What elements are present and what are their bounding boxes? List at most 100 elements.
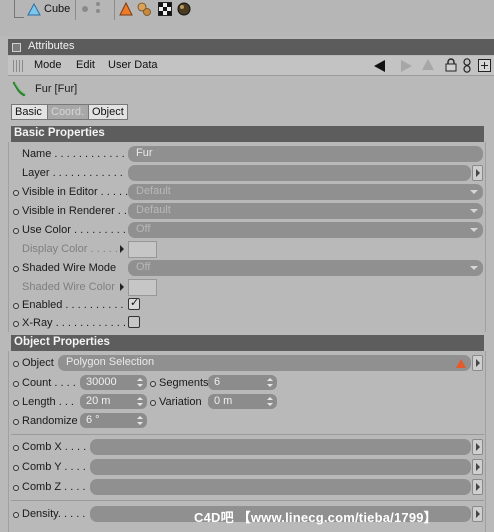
name-label: Name . . . . . . . . . . . . [22,148,125,160]
animation-dot-icon[interactable] [13,303,19,309]
segments-input[interactable]: 6 [208,375,277,390]
object-name-cube[interactable]: Cube [44,3,70,15]
animation-dot-icon[interactable] [13,228,19,234]
visible-in-renderer-value: Default [136,204,171,216]
enabled-row: Enabled . . . . . . . . . . ✓ [0,297,494,316]
tab-object[interactable]: Object [88,104,128,120]
animation-dot-icon[interactable] [13,361,19,367]
render-visibility-dot-bottom[interactable] [96,9,100,13]
comb-z-menu-button[interactable] [472,479,483,495]
comb-z-row: Comb Z . . . . [0,479,494,498]
material-sphere-icon[interactable] [177,2,191,16]
count-segments-row: Count . . . . 30000 Segments 6 [0,375,494,394]
attributes-menu-bar: Mode Edit User Data [8,56,494,76]
object-link-field[interactable]: Polygon Selection [58,355,471,371]
expand-arrow-icon[interactable] [120,283,124,291]
animation-dot-icon[interactable] [13,400,19,406]
layer-label: Layer . . . . . . . . . . . . [22,167,123,179]
up-arrow-icon[interactable] [422,59,434,70]
basic-properties-header[interactable]: Basic Properties [11,126,484,142]
animation-dot-icon[interactable] [13,445,19,451]
display-color-label: Display Color . . . . . [22,243,118,255]
animation-dot-icon[interactable] [13,512,19,518]
visible-in-renderer-dropdown[interactable]: Default [128,203,483,219]
checker-texture-icon[interactable] [158,2,172,16]
stepper-arrows-icon[interactable] [267,378,273,388]
material-balls-icon[interactable] [137,2,151,16]
fur-icon [12,81,26,97]
stepper-arrows-icon[interactable] [137,416,143,426]
link-icon[interactable] [463,58,471,73]
object-link-row: Object Polygon Selection [0,355,494,374]
layer-menu-button[interactable] [472,165,483,181]
animation-dot-icon[interactable] [13,321,19,327]
variation-label: Variation [159,396,202,408]
divider [114,0,115,20]
stepper-arrows-icon[interactable] [137,378,143,388]
menu-user-data[interactable]: User Data [108,59,158,71]
animation-dot-icon[interactable] [13,190,19,196]
use-color-dropdown[interactable]: Off [128,222,483,238]
variation-input[interactable]: 0 m [208,394,277,409]
checkmark-icon: ✓ [130,297,140,309]
visible-in-editor-row: Visible in Editor . . . . . Default [0,184,494,203]
comb-z-field[interactable] [90,479,471,495]
panel-toggle-box[interactable] [12,43,21,52]
comb-y-menu-button[interactable] [472,459,483,475]
object-label: Object [22,357,54,369]
count-value: 30000 [86,376,117,388]
phong-tag-icon[interactable] [119,2,133,16]
variation-value: 0 m [214,395,233,407]
stepper-arrows-icon[interactable] [267,397,273,407]
render-visibility-dot-top[interactable] [96,2,100,6]
shaded-wire-mode-dropdown[interactable]: Off [128,260,483,276]
chevron-down-icon [470,228,478,232]
randomize-label: Randomize [22,415,78,427]
xray-checkbox[interactable] [128,316,140,328]
animation-dot-icon[interactable] [13,381,19,387]
animation-dot-icon[interactable] [13,485,19,491]
grip-icon[interactable] [13,60,25,72]
warning-icon [456,359,466,368]
animation-dot-icon[interactable] [13,209,19,215]
enabled-checkbox[interactable]: ✓ [128,297,140,310]
back-arrow-icon[interactable] [374,60,385,72]
menu-mode[interactable]: Mode [34,59,62,71]
animation-dot-icon[interactable] [150,381,156,387]
comb-z-label: Comb Z . . . . [22,481,86,493]
object-properties-header[interactable]: Object Properties [11,335,484,351]
name-field[interactable]: Fur [128,146,483,162]
randomize-input[interactable]: 6 ° [80,413,147,428]
comb-x-menu-button[interactable] [472,439,483,455]
layer-field[interactable] [128,165,471,181]
stepper-arrows-icon[interactable] [137,397,143,407]
length-value: 20 m [86,395,111,407]
visible-in-editor-value: Default [136,185,171,197]
comb-y-row: Comb Y . . . . [0,459,494,478]
animation-dot-icon[interactable] [13,465,19,471]
attributes-title: Attributes [28,40,75,52]
animation-dot-icon[interactable] [150,400,156,406]
count-label: Count . . . . [22,377,76,389]
forward-arrow-icon[interactable] [401,60,412,72]
count-input[interactable]: 30000 [80,375,147,390]
expand-arrow-icon[interactable] [120,245,124,253]
new-panel-icon[interactable] [478,59,491,72]
animation-dot-icon[interactable] [13,266,19,272]
menu-edit[interactable]: Edit [76,59,95,71]
density-menu-button[interactable] [472,506,483,522]
tab-basic[interactable]: Basic [11,104,48,120]
cube-icon[interactable] [27,3,41,16]
animation-dot-icon[interactable] [13,419,19,425]
use-color-value: Off [136,223,151,235]
object-link-menu-button[interactable] [472,355,483,371]
lock-icon[interactable] [445,58,457,72]
tab-coord[interactable]: Coord. [47,104,89,120]
length-input[interactable]: 20 m [80,394,147,409]
editor-visibility-dot[interactable] [82,6,88,12]
shaded-wire-color-swatch[interactable] [128,279,157,296]
comb-y-field[interactable] [90,459,471,475]
visible-in-editor-dropdown[interactable]: Default [128,184,483,200]
comb-x-field[interactable] [90,439,471,455]
display-color-swatch[interactable] [128,241,157,258]
